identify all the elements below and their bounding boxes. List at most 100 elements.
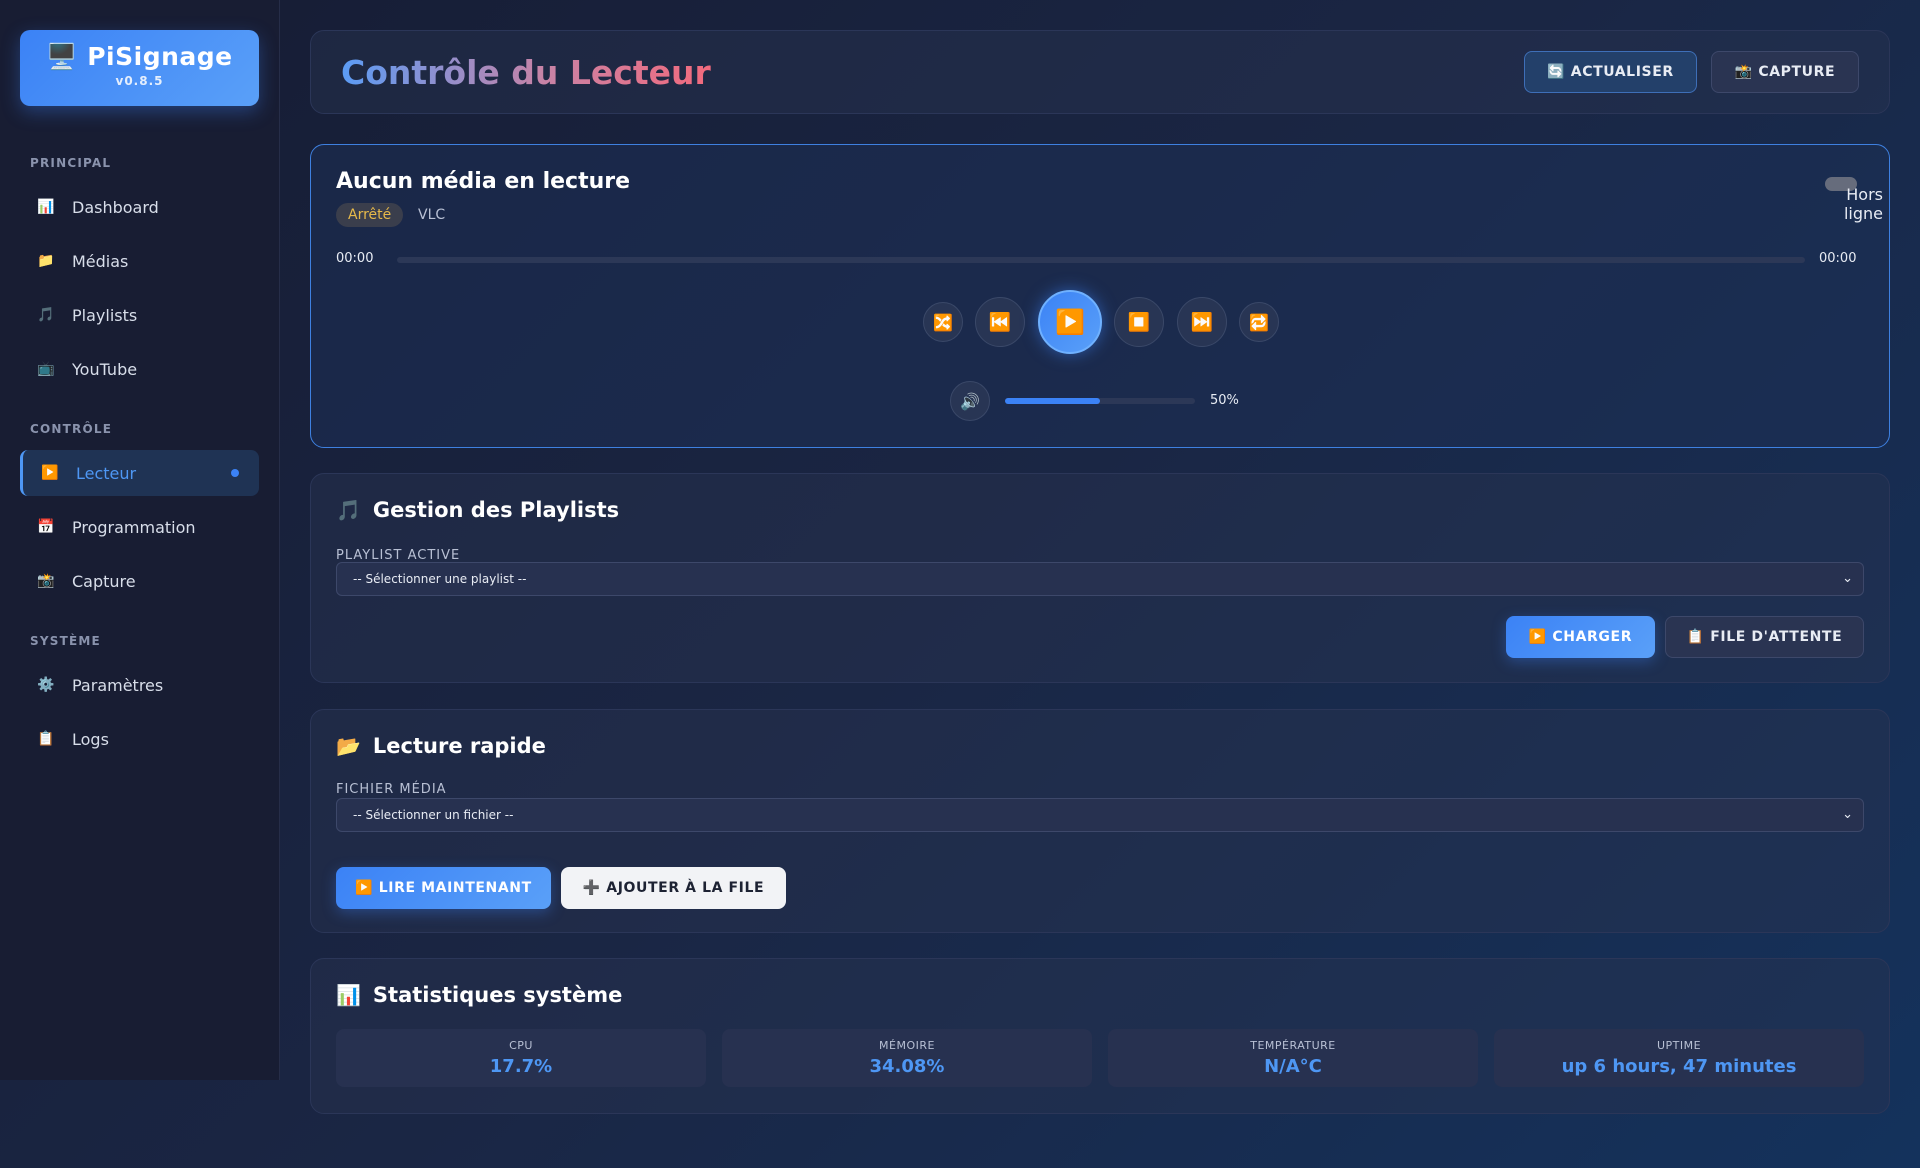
sidebar-item-logs[interactable]: 📋 Logs bbox=[20, 716, 259, 762]
nav-section-principal: PRINCIPAL bbox=[30, 156, 112, 170]
stat-card-cpu: CPU 17.7% bbox=[336, 1029, 706, 1087]
volume-slider[interactable] bbox=[1005, 398, 1195, 404]
sidebar-item-youtube[interactable]: 📺 YouTube bbox=[20, 346, 259, 392]
field-label: FICHIER MÉDIA bbox=[336, 782, 447, 797]
stat-card-uptime: UPTIME up 6 hours, 47 minutes bbox=[1494, 1029, 1864, 1087]
stat-card-temperature: TEMPÉRATURE N/A°C bbox=[1108, 1029, 1478, 1087]
media-file-select[interactable]: -- Sélectionner un fichier -- ⌄ bbox=[336, 798, 1864, 832]
select-value: -- Sélectionner un fichier -- bbox=[353, 808, 514, 822]
app-logo[interactable]: 🖥️ PiSignage v0.8.5 bbox=[20, 30, 259, 106]
select-value: -- Sélectionner une playlist -- bbox=[353, 572, 527, 586]
chart-icon: 📊 bbox=[37, 199, 55, 215]
sidebar: 🖥️ PiSignage v0.8.5 PRINCIPAL 📊 Dashboar… bbox=[0, 0, 280, 1080]
stat-value: 17.7% bbox=[489, 1056, 553, 1077]
sidebar-item-label: Dashboard bbox=[72, 197, 159, 217]
section-title: 📊 Statistiques système bbox=[336, 983, 622, 1007]
sidebar-item-label: Médias bbox=[72, 251, 129, 271]
sidebar-item-playlists[interactable]: 🎵 Playlists bbox=[20, 292, 259, 338]
sidebar-item-label: Lecteur bbox=[76, 463, 137, 483]
next-button[interactable]: ⏭️ bbox=[1177, 297, 1227, 347]
sidebar-item-programmation[interactable]: 📅 Programmation bbox=[20, 504, 259, 550]
queue-button[interactable]: 📋 FILE D'ATTENTE bbox=[1665, 616, 1864, 658]
active-indicator bbox=[231, 469, 239, 477]
connection-status: Hors ligne bbox=[1843, 185, 1883, 223]
section-title: 🎵 Gestion des Playlists bbox=[336, 498, 619, 522]
clipboard-icon: 📋 bbox=[37, 731, 55, 747]
music-note-icon: 🎵 bbox=[336, 498, 361, 522]
stat-value: N/A°C bbox=[1264, 1056, 1322, 1077]
time-total: 00:00 bbox=[1819, 251, 1857, 266]
shuffle-icon: 🔀 bbox=[933, 312, 953, 332]
sidebar-item-label: Programmation bbox=[72, 517, 196, 537]
sidebar-item-medias[interactable]: 📁 Médias bbox=[20, 238, 259, 284]
player-engine: VLC bbox=[418, 207, 446, 223]
nav-section-systeme: SYSTÈME bbox=[30, 634, 101, 648]
quick-play-panel: 📂 Lecture rapide FICHIER MÉDIA -- Sélect… bbox=[310, 709, 1890, 933]
time-current: 00:00 bbox=[336, 251, 374, 266]
sidebar-item-label: YouTube bbox=[72, 359, 138, 379]
refresh-button[interactable]: 🔄 ACTUALISER bbox=[1524, 51, 1697, 93]
chevron-down-icon: ⌄ bbox=[1842, 571, 1853, 586]
section-title: 📂 Lecture rapide bbox=[336, 734, 546, 758]
stat-value: 34.08% bbox=[869, 1056, 945, 1077]
load-button[interactable]: ▶️ CHARGER bbox=[1506, 616, 1655, 658]
playlist-select[interactable]: -- Sélectionner une playlist -- ⌄ bbox=[336, 562, 1864, 596]
play-icon: ▶️ bbox=[41, 465, 59, 481]
page-header: Contrôle du Lecteur 🔄 ACTUALISER 📸 CAPTU… bbox=[310, 30, 1890, 114]
sidebar-item-label: Capture bbox=[72, 571, 136, 591]
add-to-queue-button[interactable]: ➕ AJOUTER À LA FILE bbox=[561, 867, 786, 909]
sidebar-item-dashboard[interactable]: 📊 Dashboard bbox=[20, 184, 259, 230]
sidebar-item-parametres[interactable]: ⚙️ Paramètres bbox=[20, 662, 259, 708]
capture-button[interactable]: 📸 CAPTURE bbox=[1711, 51, 1859, 93]
progress-bar[interactable] bbox=[397, 257, 1805, 263]
status-badge: Arrêté bbox=[336, 203, 404, 227]
next-icon: ⏭️ bbox=[1190, 311, 1214, 333]
speaker-icon: 🔊 bbox=[960, 391, 980, 411]
stat-label: TEMPÉRATURE bbox=[1250, 1039, 1336, 1052]
player-panel: Aucun média en lecture Arrêté VLC Hors l… bbox=[310, 144, 1890, 448]
chart-icon: 📊 bbox=[336, 983, 361, 1007]
previous-button[interactable]: ⏮️ bbox=[975, 297, 1025, 347]
open-folder-icon: 📂 bbox=[336, 734, 361, 758]
volume-value: 50% bbox=[1210, 393, 1239, 408]
section-title-text: Statistiques système bbox=[372, 983, 623, 1007]
section-title-text: Gestion des Playlists bbox=[372, 498, 620, 522]
stop-button[interactable]: ⏹️ bbox=[1114, 297, 1164, 347]
folder-icon: 📁 bbox=[37, 253, 55, 269]
page-title: Contrôle du Lecteur bbox=[341, 53, 711, 92]
sidebar-item-label: Paramètres bbox=[72, 675, 164, 695]
playlist-panel: 🎵 Gestion des Playlists PLAYLIST ACTIVE … bbox=[310, 473, 1890, 683]
repeat-button[interactable]: 🔁 bbox=[1239, 302, 1279, 342]
stat-label: CPU bbox=[509, 1039, 533, 1052]
volume-fill bbox=[1005, 398, 1100, 404]
stop-icon: ⏹️ bbox=[1127, 311, 1151, 333]
tv-icon: 📺 bbox=[37, 361, 55, 377]
stat-label: UPTIME bbox=[1656, 1039, 1702, 1052]
app-version: v0.8.5 bbox=[115, 74, 164, 88]
gear-icon: ⚙️ bbox=[37, 677, 55, 693]
play-icon: ▶️ bbox=[1055, 308, 1085, 336]
now-playing-title: Aucun média en lecture bbox=[336, 169, 631, 194]
app-name: PiSignage bbox=[87, 42, 233, 71]
sidebar-item-label: Playlists bbox=[72, 305, 138, 325]
chevron-down-icon: ⌄ bbox=[1842, 807, 1853, 822]
monitor-icon: 🖥️ bbox=[46, 42, 79, 71]
sidebar-item-label: Logs bbox=[72, 729, 109, 749]
system-stats-panel: 📊 Statistiques système CPU 17.7% MÉMOIRE… bbox=[310, 958, 1890, 1114]
previous-icon: ⏮️ bbox=[988, 311, 1012, 333]
stat-value: up 6 hours, 47 minutes bbox=[1561, 1056, 1797, 1077]
stat-label: MÉMOIRE bbox=[879, 1039, 935, 1052]
volume-button[interactable]: 🔊 bbox=[950, 381, 990, 421]
sidebar-item-lecteur[interactable]: ▶️ Lecteur bbox=[20, 450, 259, 496]
calendar-icon: 📅 bbox=[37, 519, 55, 535]
play-now-button[interactable]: ▶️ LIRE MAINTENANT bbox=[336, 867, 551, 909]
sidebar-item-capture[interactable]: 📸 Capture bbox=[20, 558, 259, 604]
nav-section-controle: CONTRÔLE bbox=[30, 422, 113, 436]
camera-icon: 📸 bbox=[37, 573, 55, 589]
section-title-text: Lecture rapide bbox=[372, 734, 546, 758]
stat-card-memory: MÉMOIRE 34.08% bbox=[722, 1029, 1092, 1087]
music-note-icon: 🎵 bbox=[37, 307, 55, 323]
play-button[interactable]: ▶️ bbox=[1038, 290, 1102, 354]
repeat-icon: 🔁 bbox=[1249, 312, 1269, 332]
shuffle-button[interactable]: 🔀 bbox=[923, 302, 963, 342]
